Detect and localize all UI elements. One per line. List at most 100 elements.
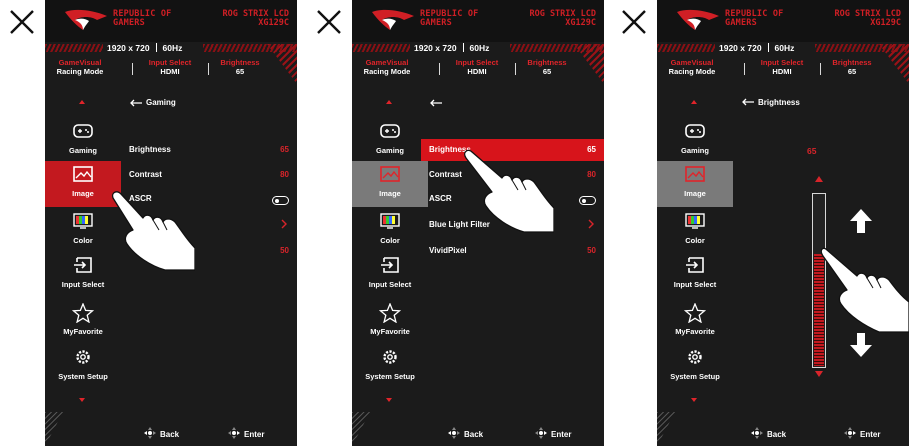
osd-header: REPUBLIC OF GAMERS ROG STRIX LCD XG129C xyxy=(657,0,909,42)
back-button[interactable]: Back xyxy=(143,426,179,440)
breadcrumb[interactable]: Gaming xyxy=(129,98,176,107)
setting-row-blue-light-filter[interactable] xyxy=(121,214,297,236)
breadcrumb[interactable]: Brightness xyxy=(741,98,800,107)
osd-footer: Back Enter xyxy=(657,416,909,446)
rog-eye-logo-icon xyxy=(677,9,719,30)
star-icon xyxy=(379,303,401,323)
image-icon xyxy=(380,166,400,182)
setting-row-ascr[interactable]: ASCR xyxy=(121,188,297,210)
scroll-down-icon[interactable] xyxy=(386,398,392,402)
pointing-hand-icon xyxy=(821,247,909,333)
joystick-back-icon xyxy=(144,427,156,439)
joystick-enter-icon xyxy=(844,427,856,439)
enter-button[interactable]: Enter xyxy=(534,426,571,440)
menu-item-image[interactable]: Image xyxy=(657,161,733,207)
enter-button[interactable]: Enter xyxy=(227,426,264,440)
brightness-slider[interactable] xyxy=(812,193,826,368)
star-icon xyxy=(684,303,706,323)
back-button[interactable]: Back xyxy=(447,426,483,440)
menu-item-system-setup[interactable]: System Setup xyxy=(45,344,121,390)
main-menu: Gaming Image Color Input Select MyFavori… xyxy=(352,86,428,416)
menu-item-gaming[interactable]: Gaming xyxy=(657,118,733,164)
setting-row-contrast[interactable]: Contrast 80 xyxy=(121,164,297,186)
slider-fill xyxy=(814,253,824,366)
color-bars-icon xyxy=(685,213,705,229)
divider xyxy=(208,63,209,75)
model-text: ROG STRIX LCD XG129C xyxy=(222,9,289,28)
joystick-enter-icon xyxy=(535,427,547,439)
scroll-down-icon[interactable] xyxy=(79,398,85,402)
menu-item-image[interactable]: Image xyxy=(45,161,121,207)
chevron-right-icon xyxy=(281,219,287,229)
status-row: GameVisual Racing Mode Input Select HDMI B… xyxy=(352,58,604,80)
toggle-icon[interactable] xyxy=(579,196,596,205)
status-row: GameVisual Racing Mode Input Select HDMI B… xyxy=(657,58,909,80)
scroll-down-icon[interactable] xyxy=(691,398,697,402)
close-button[interactable] xyxy=(0,0,45,45)
brightness-slider-value: 65 xyxy=(807,146,817,156)
scroll-up-icon[interactable] xyxy=(691,100,697,104)
brand-text: REPUBLIC OF GAMERS xyxy=(725,9,784,28)
input-icon xyxy=(74,257,92,273)
menu-item-input-select[interactable]: Input Select xyxy=(45,252,121,298)
brightness-status: Brightness 65 xyxy=(527,58,567,76)
rog-eye-logo-icon xyxy=(65,9,107,30)
setting-row-vividpixel[interactable]: 50 xyxy=(121,240,297,262)
osd-footer: Back Enter xyxy=(352,416,604,446)
hatch-decoration xyxy=(352,44,410,52)
gamevisual-status: GameVisual Racing Mode xyxy=(668,58,716,76)
main-menu: Gaming Image Color Input Select MyFavori… xyxy=(657,86,733,416)
menu-item-gaming[interactable]: Gaming xyxy=(352,118,428,164)
breadcrumb[interactable] xyxy=(429,98,446,107)
close-button[interactable] xyxy=(612,0,657,45)
setting-row-brightness[interactable]: Brightness 65 xyxy=(121,139,297,161)
menu-item-color[interactable]: Color xyxy=(352,208,428,254)
menu-item-system-setup[interactable]: System Setup xyxy=(352,344,428,390)
scroll-up-icon[interactable] xyxy=(386,100,392,104)
model-text: ROG STRIX LCD XG129C xyxy=(834,9,901,28)
back-arrow-icon xyxy=(742,98,754,106)
resolution-info: 1920 x 720 60Hz xyxy=(107,43,183,53)
divider xyxy=(744,63,745,75)
setting-row-contrast[interactable]: Contrast 80 xyxy=(421,164,604,186)
brand-text: REPUBLIC OF GAMERS xyxy=(420,9,479,28)
menu-item-system-setup[interactable]: System Setup xyxy=(657,344,733,390)
menu-item-myfavorite[interactable]: MyFavorite xyxy=(657,299,733,345)
menu-item-myfavorite[interactable]: MyFavorite xyxy=(352,299,428,345)
menu-item-myfavorite[interactable]: MyFavorite xyxy=(45,299,121,345)
joystick-back-icon xyxy=(448,427,460,439)
setting-row-ascr[interactable]: ASCR xyxy=(421,188,604,210)
joystick-enter-icon xyxy=(228,427,240,439)
menu-item-color[interactable]: Color xyxy=(657,208,733,254)
color-bars-icon xyxy=(73,213,93,229)
gamepad-icon xyxy=(73,124,93,138)
brightness-status: Brightness 65 xyxy=(220,58,260,76)
menu-item-input-select[interactable]: Input Select xyxy=(352,252,428,298)
menu-item-gaming[interactable]: Gaming xyxy=(45,118,121,164)
hatch-decoration xyxy=(45,44,103,52)
back-button[interactable]: Back xyxy=(750,426,786,440)
slider-down-icon[interactable] xyxy=(815,371,823,377)
enter-button[interactable]: Enter xyxy=(843,426,880,440)
close-button[interactable] xyxy=(307,0,352,45)
decrease-arrow-icon[interactable] xyxy=(849,332,873,358)
gear-icon xyxy=(76,350,90,364)
resolution-info: 1920 x 720 60Hz xyxy=(719,43,795,53)
close-icon xyxy=(10,10,34,34)
back-arrow-icon xyxy=(430,99,442,107)
input-icon xyxy=(686,257,704,273)
scroll-up-icon[interactable] xyxy=(79,100,85,104)
setting-row-blue-light-filter[interactable]: Blue Light Filter xyxy=(421,214,604,236)
toggle-icon[interactable] xyxy=(272,196,289,205)
gamepad-icon xyxy=(380,124,400,138)
slider-up-icon[interactable] xyxy=(815,176,823,182)
menu-item-input-select[interactable]: Input Select xyxy=(657,252,733,298)
increase-arrow-icon[interactable] xyxy=(849,208,873,234)
gamepad-icon xyxy=(685,124,705,138)
submenu-panel: Brightness 65 Contrast 80 ASCR Blue Light … xyxy=(421,86,604,416)
menu-item-color[interactable]: Color xyxy=(45,208,121,254)
color-bars-icon xyxy=(380,213,400,229)
menu-item-image[interactable]: Image xyxy=(352,161,428,207)
setting-row-vividpixel[interactable]: VividPixel 50 xyxy=(421,240,604,262)
setting-row-brightness[interactable]: Brightness 65 xyxy=(421,139,604,161)
